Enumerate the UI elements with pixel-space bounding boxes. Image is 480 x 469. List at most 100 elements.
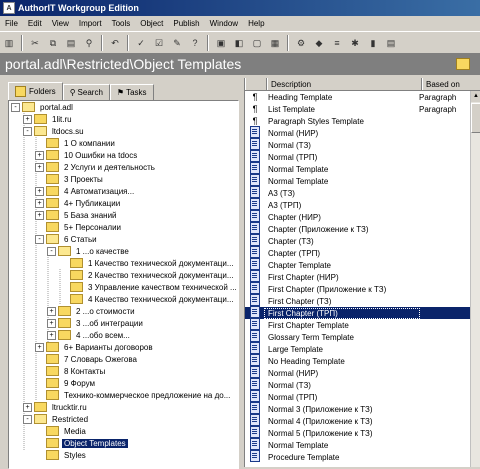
- list-row[interactable]: Normal (ТРП): [245, 150, 471, 163]
- tab-search[interactable]: ⚲ Search: [62, 84, 110, 100]
- tree-node[interactable]: +5 База знаний: [35, 209, 119, 221]
- tree-node[interactable]: - portal.adl: [11, 101, 75, 113]
- tree-node[interactable]: +4+ Публикации: [35, 197, 122, 209]
- tree-node[interactable]: +2 Услуги и деятельность: [35, 161, 157, 173]
- menu-publish[interactable]: Publish: [168, 19, 204, 28]
- menu-file[interactable]: File: [0, 19, 23, 28]
- list-row[interactable]: Normal (НИР): [245, 366, 471, 379]
- tree-node[interactable]: - 6 Статьи: [35, 233, 99, 245]
- tree-node[interactable]: 5+ Персоналии: [35, 221, 123, 233]
- publish-icon[interactable]: ⚙: [294, 36, 308, 50]
- whats-this-icon[interactable]: ?: [188, 36, 202, 50]
- folder-tree[interactable]: - portal.adl +1lit.ru - ltdocs.su 1 О компани…: [8, 100, 239, 469]
- list-row[interactable]: Normal Template: [245, 162, 471, 175]
- collapse-icon[interactable]: -: [11, 102, 20, 112]
- tree-node[interactable]: 2 Качество технической документаци...: [59, 269, 236, 281]
- tree-node[interactable]: 1 Качество технической документаци...: [59, 257, 236, 269]
- list-row[interactable]: First Chapter (ТЗ): [245, 294, 471, 307]
- list-row[interactable]: Chapter (ТЗ): [245, 234, 471, 247]
- list-row[interactable]: Normal (ТЗ): [245, 138, 471, 151]
- scroll-up-arrow[interactable]: ▲: [471, 91, 480, 102]
- list-row[interactable]: Normal (ТРП): [245, 390, 471, 403]
- expand-icon[interactable]: +: [35, 198, 44, 208]
- list-row[interactable]: А3 (ТЗ): [245, 186, 471, 199]
- expand-icon[interactable]: +: [35, 162, 44, 172]
- list-row[interactable]: ¶ List Template Paragraph: [245, 103, 471, 115]
- list-row[interactable]: Normal Template: [245, 438, 471, 451]
- list-row[interactable]: Glossary Term Template: [245, 330, 471, 343]
- new-folder-icon[interactable]: ▦: [268, 36, 282, 50]
- list-row[interactable]: Normal 3 (Приложение к ТЗ): [245, 402, 471, 415]
- list-row[interactable]: First Chapter (Приложение к ТЗ): [245, 282, 471, 295]
- column-header-based-on[interactable]: Based on: [422, 78, 480, 90]
- new-file-icon[interactable]: ▢: [250, 36, 264, 50]
- expand-icon[interactable]: +: [23, 402, 32, 412]
- tree-node[interactable]: +2 ...о стоимости: [47, 305, 137, 317]
- list-row[interactable]: Chapter Template: [245, 258, 471, 271]
- folder-icon[interactable]: [456, 58, 470, 70]
- expand-icon[interactable]: +: [47, 318, 56, 328]
- tree-node[interactable]: - ltdocs.su: [23, 125, 86, 137]
- tree-node[interactable]: +4 ...обо всем...: [47, 329, 132, 341]
- tree-node[interactable]: 1 О компании: [35, 137, 117, 149]
- expand-icon[interactable]: +: [35, 150, 44, 160]
- tree-node[interactable]: +3 ...об интеграции: [47, 317, 145, 329]
- expand-icon[interactable]: +: [35, 210, 44, 220]
- vertical-scrollbar[interactable]: ▲: [470, 91, 480, 467]
- scroll-thumb[interactable]: [471, 103, 480, 133]
- tree-node[interactable]: 9 Форум: [35, 377, 97, 389]
- tree-node[interactable]: 3 Управление качеством технической ...: [59, 281, 238, 293]
- list-row[interactable]: А3 (ТРП): [245, 198, 471, 211]
- compare-icon[interactable]: ≡: [330, 36, 344, 50]
- list-row[interactable]: First Chapter (ТРП): [245, 306, 471, 319]
- cut-icon[interactable]: ✂: [28, 36, 42, 50]
- menu-tools[interactable]: Tools: [107, 19, 136, 28]
- tab-folders[interactable]: Folders: [8, 82, 63, 100]
- list-row[interactable]: First Chapter Template: [245, 318, 471, 331]
- expand-icon[interactable]: +: [35, 186, 44, 196]
- check-icon[interactable]: ☑: [152, 36, 166, 50]
- tree-node[interactable]: - Restricted: [23, 413, 90, 425]
- list-row[interactable]: Normal (НИР): [245, 126, 471, 139]
- list-row[interactable]: Normal Template: [245, 174, 471, 187]
- tree-node[interactable]: 7 Словарь Ожегова: [35, 353, 139, 365]
- new-book-icon[interactable]: ◧: [232, 36, 246, 50]
- library-icon[interactable]: ▥: [2, 36, 16, 50]
- tree-node[interactable]: Object Templates: [35, 437, 128, 449]
- list-row[interactable]: Normal (ТЗ): [245, 378, 471, 391]
- properties-icon[interactable]: ▤: [384, 36, 398, 50]
- tree-node[interactable]: 8 Контакты: [35, 365, 107, 377]
- list-row[interactable]: No Heading Template: [245, 354, 471, 367]
- collapse-icon[interactable]: -: [23, 126, 32, 136]
- tree-node[interactable]: +10 Ошибки на tdocs: [35, 149, 139, 161]
- list-row[interactable]: Procedure Template: [245, 450, 471, 463]
- tree-node[interactable]: 4 Качество технической документаци...: [59, 293, 236, 305]
- new-topic-icon[interactable]: ▣: [214, 36, 228, 50]
- tree-node[interactable]: + ltrucktir.ru: [23, 401, 89, 413]
- column-header-description[interactable]: Description: [267, 78, 422, 90]
- list-row[interactable]: Large Template: [245, 342, 471, 355]
- tree-node[interactable]: Styles: [35, 449, 88, 461]
- menu-view[interactable]: View: [47, 19, 74, 28]
- menu-edit[interactable]: Edit: [23, 19, 47, 28]
- list-row[interactable]: Normal 5 (Приложение к ТЗ): [245, 426, 471, 439]
- list-row[interactable]: Chapter (НИР): [245, 210, 471, 223]
- object-icon[interactable]: ◆: [312, 36, 326, 50]
- list-row[interactable]: Normal 4 (Приложение к ТЗ): [245, 414, 471, 427]
- tree-node[interactable]: Media: [35, 425, 88, 437]
- copy-icon[interactable]: ⧉: [46, 36, 60, 50]
- expand-icon[interactable]: +: [23, 114, 32, 124]
- list-row[interactable]: Chapter (Приложение к ТЗ): [245, 222, 471, 235]
- paste-icon[interactable]: ▤: [64, 36, 78, 50]
- menu-object[interactable]: Object: [135, 19, 168, 28]
- list-row[interactable]: ¶ Paragraph Styles Template: [245, 115, 471, 127]
- collapse-icon[interactable]: -: [23, 414, 32, 424]
- stamp-icon[interactable]: ▮: [366, 36, 380, 50]
- tab-tasks[interactable]: ⚑ Tasks: [109, 84, 154, 100]
- menu-help[interactable]: Help: [243, 19, 269, 28]
- tree-node[interactable]: +1lit.ru: [23, 113, 74, 125]
- menu-import[interactable]: Import: [74, 19, 107, 28]
- collapse-icon[interactable]: -: [47, 246, 56, 256]
- spell-check-icon[interactable]: ✓: [134, 36, 148, 50]
- expand-icon[interactable]: +: [47, 306, 56, 316]
